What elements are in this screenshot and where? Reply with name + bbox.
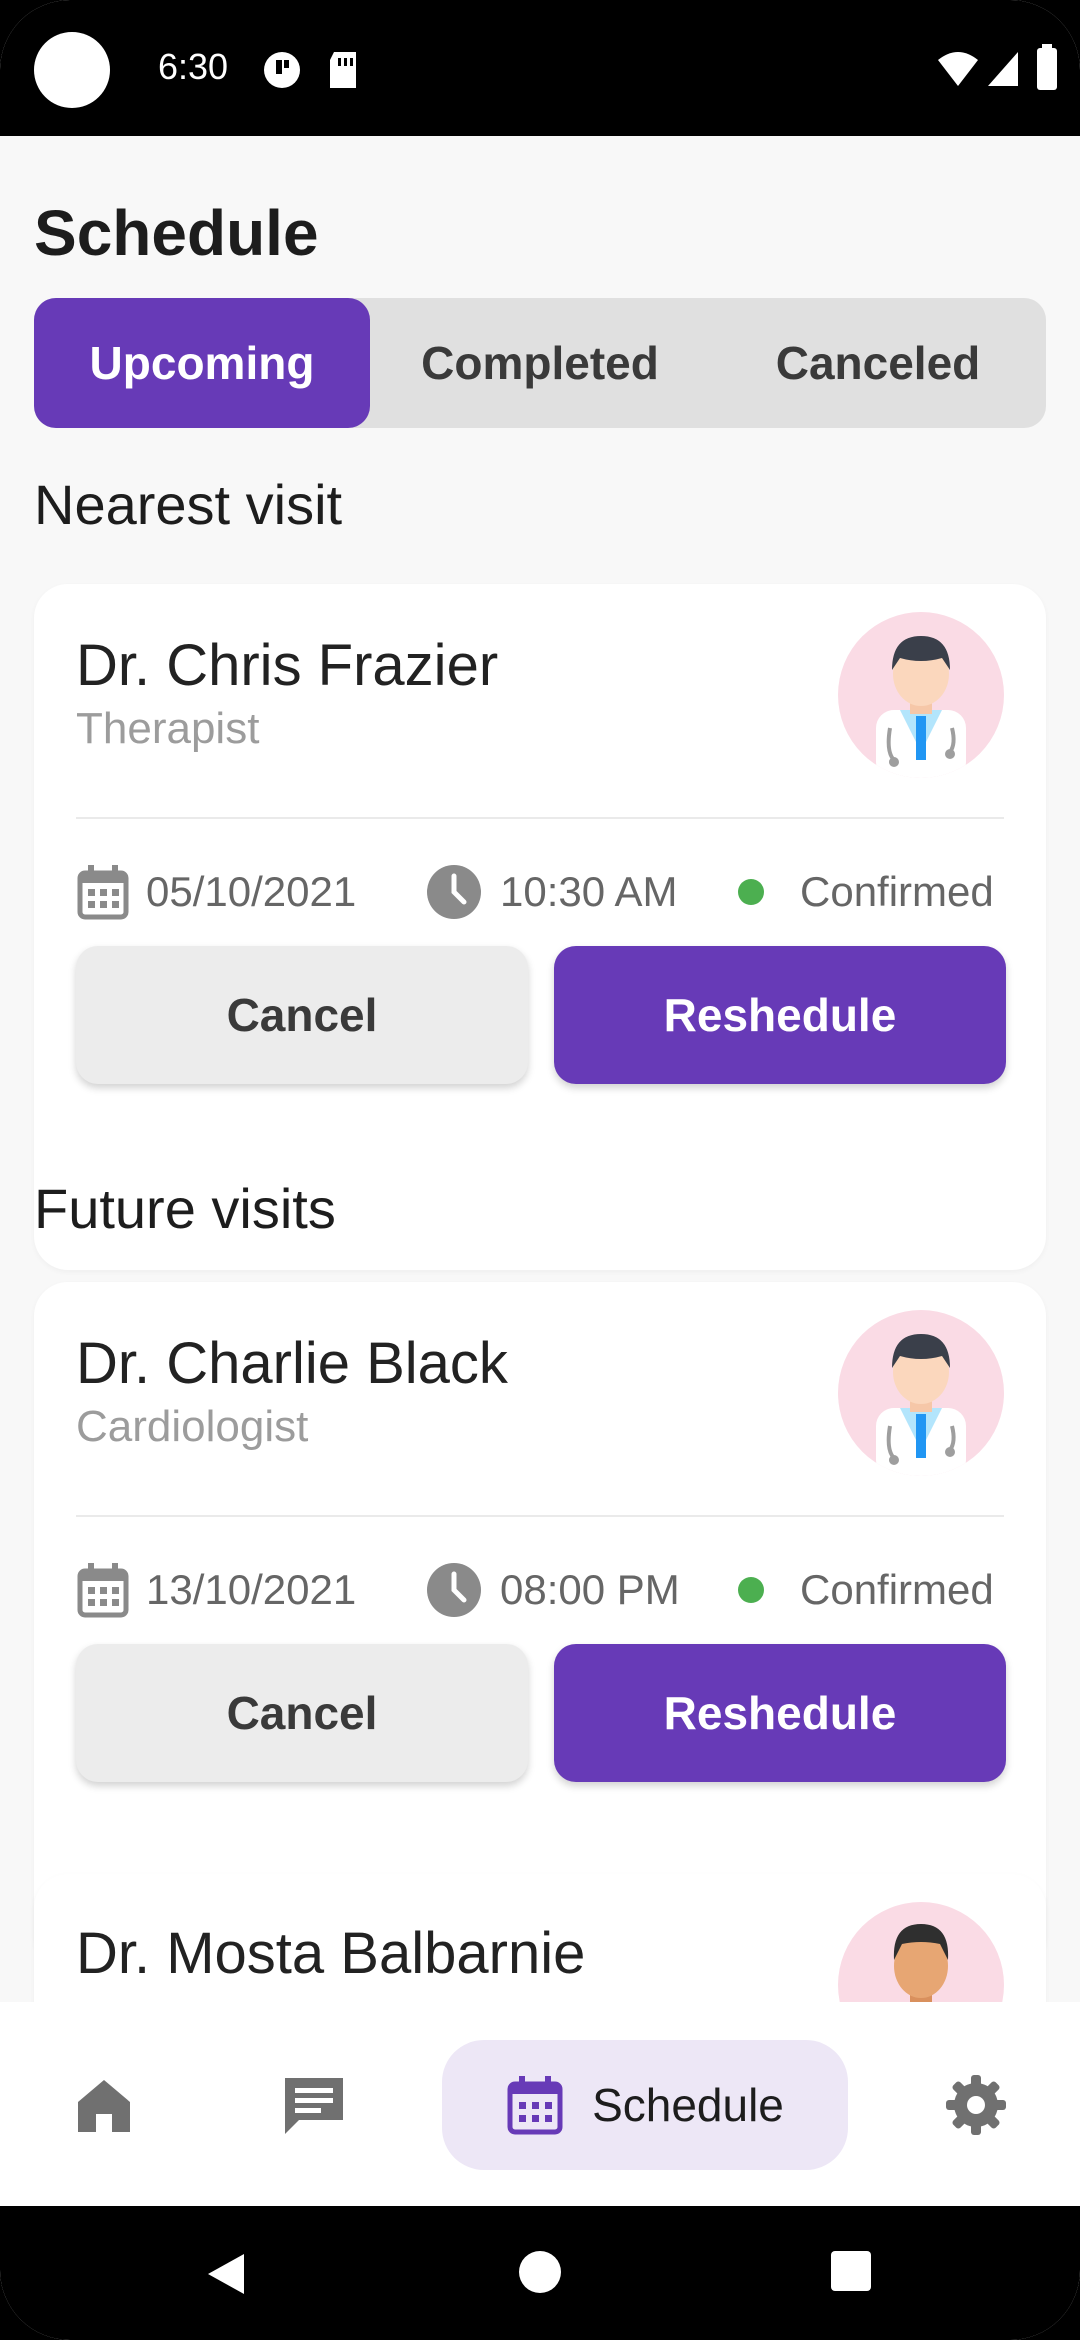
future-visits-heading: Future visits [34,1177,336,1240]
doctor-specialty: Therapist [76,704,260,753]
doctor-avatar [838,612,1004,778]
visit-tabs: Upcoming Completed Canceled [34,298,1046,428]
visit-status-text: Confirmed [800,1566,994,1613]
doctor-name: Dr. Chris Frazier [76,633,499,698]
visit-time-text: 10:30 AM [500,868,678,915]
calendar-icon [77,865,129,920]
chat-icon [285,2078,343,2134]
visit-time: 08:00 PM [426,1560,680,1620]
clock-icon [427,865,481,919]
home-circle-icon[interactable] [518,2250,562,2294]
doctor-avatar-icon [893,1924,949,2002]
nav-settings[interactable] [918,2040,1034,2170]
bottom-navigation: Schedule [0,2002,1080,2206]
signal-icon [988,52,1018,86]
nav-messages[interactable] [256,2040,372,2170]
page-title: Schedule [34,197,319,269]
nav-schedule-label: Schedule [592,2079,784,2131]
status-time: 6:30 [158,46,229,87]
nav-schedule[interactable]: Schedule [442,2040,848,2170]
visit-date: 05/10/2021 [76,862,356,922]
home-icon [78,2080,130,2132]
doctor-name: Dr. Mosta Balbarnie [76,1921,586,1986]
status-dot [738,1577,764,1603]
visit-card: Dr. Chris Frazier Therapist 05/10/2021 1… [34,584,1046,1270]
nearest-visit-heading: Nearest visit [34,473,343,536]
back-icon[interactable] [204,2250,248,2298]
doctor-avatar [838,1902,1004,2002]
status-bar: 6:30 [0,0,1080,136]
wifi-icon [938,52,978,86]
cancel-button[interactable]: Cancel [76,1644,528,1782]
cancel-button[interactable]: Cancel [76,946,528,1084]
visit-card: Dr. Mosta Balbarnie [34,1874,1046,2002]
nav-home[interactable] [46,2040,162,2170]
doctor-avatar [838,1310,1004,1476]
tab-upcoming[interactable]: Upcoming [34,298,370,428]
visit-date-text: 05/10/2021 [146,868,357,915]
visit-date: 13/10/2021 [76,1560,356,1620]
visit-time-text: 08:00 PM [500,1566,680,1613]
status-dot [738,879,764,905]
visit-time: 10:30 AM [426,862,677,922]
visit-card: Dr. Charlie Black Cardiologist 13/10/202… [34,1282,1046,1968]
camera-cutout [34,32,110,108]
gear-icon [946,2075,1006,2135]
notification-icon [264,52,300,88]
doctor-specialty: Cardiologist [76,1402,309,1451]
visit-status: Confirmed [738,1560,994,1620]
reschedule-button[interactable]: Reshedule [554,946,1006,1084]
schedule-content[interactable]: Schedule Upcoming Completed Canceled Nea… [0,136,1080,2002]
visit-date-text: 13/10/2021 [146,1566,357,1613]
visit-status: Confirmed [738,862,994,922]
battery-icon [1037,44,1057,90]
doctor-avatar-icon [876,636,966,778]
visit-status-text: Confirmed [800,868,994,915]
clock-icon [427,1563,481,1617]
tab-canceled[interactable]: Canceled [710,298,1046,428]
doctor-avatar-icon [876,1334,966,1476]
phone-screen: 6:30 Schedule Upcoming Completed Cancele… [0,0,1080,2340]
calendar-icon [507,2076,563,2135]
system-navigation-bar [0,2206,1080,2340]
sd-card-icon [330,52,356,88]
recents-icon[interactable] [830,2250,872,2292]
doctor-name: Dr. Charlie Black [76,1331,508,1396]
reschedule-button[interactable]: Reshedule [554,1644,1006,1782]
calendar-icon [77,1563,129,1618]
card-divider [76,817,1004,819]
tab-completed[interactable]: Completed [372,298,708,428]
card-divider [76,1515,1004,1517]
